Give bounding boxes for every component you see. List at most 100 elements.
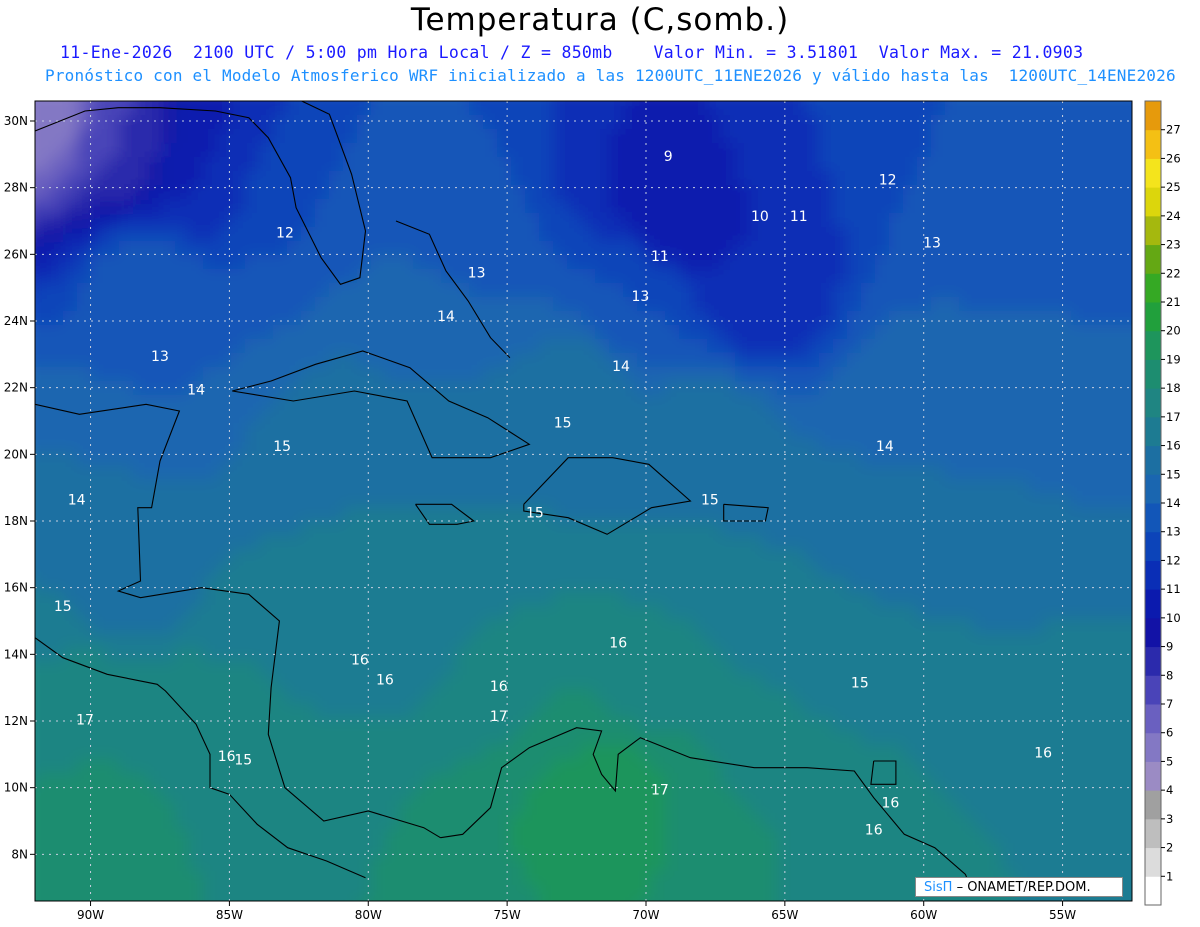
lon-tick-label: 70W <box>632 908 659 922</box>
lat-tick-label: 28N <box>4 181 28 195</box>
colorbar-swatch <box>1145 215 1161 246</box>
colorbar-swatch <box>1145 474 1161 504</box>
colorbar-swatch <box>1145 129 1161 159</box>
colorbar-label: 9 <box>1166 640 1173 654</box>
colorbar-label: 11 <box>1166 582 1181 596</box>
colorbar-swatch <box>1145 416 1161 447</box>
contour-label: 17 <box>490 709 508 725</box>
contour-label: 10 <box>751 209 769 225</box>
contour-label: 16 <box>881 796 899 812</box>
temperature-field <box>35 101 1132 901</box>
colorbar-label: 16 <box>1166 439 1181 453</box>
contour-label: 14 <box>68 492 86 508</box>
contour-label: 14 <box>612 359 630 375</box>
lat-tick-label: 22N <box>4 381 28 395</box>
colorbar-swatch <box>1145 273 1161 303</box>
lon-tick-label: 75W <box>494 908 521 922</box>
colorbar-swatch <box>1145 359 1161 389</box>
colorbar-label: 21 <box>1166 295 1181 309</box>
lat-tick-label: 18N <box>4 514 28 528</box>
contour-label: 16 <box>218 749 236 765</box>
colorbar-swatch <box>1145 560 1161 590</box>
temperature-map: 91210 111213111313141314141515 1414 1515151… <box>4 100 1181 922</box>
contour-label: 16 <box>490 679 508 695</box>
colorbar-swatch <box>1145 330 1161 360</box>
lon-tick-label: 55W <box>1049 908 1076 922</box>
contour-label: 15 <box>701 492 719 508</box>
colorbar-label: 2 <box>1166 841 1173 855</box>
lon-tick-label: 60W <box>910 908 937 922</box>
contour-label: 14 <box>437 309 455 325</box>
lat-tick-label: 14N <box>4 647 28 661</box>
colorbar-label: 19 <box>1166 352 1181 366</box>
colorbar-swatch <box>1145 531 1161 561</box>
contour-label: 16 <box>1034 746 1052 762</box>
colorbar-label: 20 <box>1166 324 1181 338</box>
colorbar-swatch <box>1145 646 1161 676</box>
contour-label: 13 <box>468 266 486 282</box>
colorbar-swatch <box>1145 503 1161 533</box>
credit-box: SisΠ – ONAMET/REP.DOM. <box>915 877 1123 897</box>
contour-label: 17 <box>76 712 94 728</box>
contour-label: 12 <box>879 172 897 188</box>
lon-tick-label: 90W <box>77 908 104 922</box>
lat-tick-label: 12N <box>4 714 28 728</box>
contour-label: 17 <box>651 782 669 798</box>
colorbar: 1234567891011121314151617181920212223242… <box>1144 100 1181 906</box>
colorbar-swatch <box>1145 704 1161 734</box>
colorbar-label: 24 <box>1166 209 1181 223</box>
colorbar-label: 3 <box>1166 812 1173 826</box>
contour-label: 16 <box>865 822 883 838</box>
contour-label: 13 <box>632 289 650 305</box>
colorbar-label: 8 <box>1166 668 1173 682</box>
colorbar-label: 18 <box>1166 381 1181 395</box>
colorbar-label: 5 <box>1166 754 1173 768</box>
contour-label: 16 <box>351 652 369 668</box>
colorbar-label: 10 <box>1166 611 1181 625</box>
lon-tick-label: 65W <box>771 908 798 922</box>
colorbar-label: 26 <box>1166 151 1181 165</box>
contour-label: 15 <box>554 416 572 432</box>
lat-tick-label: 30N <box>4 114 28 128</box>
colorbar-swatch <box>1145 847 1161 877</box>
colorbar-label: 13 <box>1166 525 1181 539</box>
contour-label: 11 <box>790 209 808 225</box>
colorbar-label: 25 <box>1166 180 1181 194</box>
contour-label: 15 <box>273 439 291 455</box>
colorbar-swatch <box>1145 675 1161 705</box>
colorbar-label: 6 <box>1166 726 1173 740</box>
lat-tick-label: 10N <box>4 781 28 795</box>
lat-tick-label: 8N <box>11 847 28 861</box>
lat-tick-label: 26N <box>4 247 28 261</box>
colorbar-swatch <box>1145 617 1161 648</box>
credit-brand: SisΠ <box>924 880 953 895</box>
field-cells <box>35 101 1132 901</box>
lon-tick-label: 85W <box>216 908 243 922</box>
colorbar-swatch <box>1145 818 1161 849</box>
contour-label: 16 <box>376 672 394 688</box>
colorbar-swatch <box>1145 302 1161 332</box>
colorbar-label: 12 <box>1166 553 1181 567</box>
colorbar-label: 7 <box>1166 697 1173 711</box>
colorbar-swatch <box>1145 388 1161 418</box>
colorbar-label: 15 <box>1166 467 1181 481</box>
contour-label: 15 <box>851 676 869 692</box>
contour-label: 15 <box>234 752 252 768</box>
contour-label: 14 <box>876 439 894 455</box>
colorbar-swatch <box>1145 158 1161 188</box>
colorbar-label: 27 <box>1166 123 1181 137</box>
colorbar-label: 23 <box>1166 238 1181 252</box>
contour-label: 12 <box>276 226 294 242</box>
credit-org: – ONAMET/REP.DOM. <box>956 880 1091 895</box>
lat-tick-label: 16N <box>4 581 28 595</box>
contour-label: 11 <box>651 249 669 265</box>
colorbar-swatch <box>1145 732 1161 762</box>
contour-label: 13 <box>151 349 169 365</box>
colorbar-swatch <box>1145 101 1161 131</box>
contour-label: 14 <box>187 382 205 398</box>
colorbar-label: 22 <box>1166 266 1181 280</box>
colorbar-swatch <box>1145 244 1161 274</box>
colorbar-swatch <box>1145 761 1161 791</box>
lat-tick-label: 20N <box>4 447 28 461</box>
colorbar-label: 14 <box>1166 496 1181 510</box>
